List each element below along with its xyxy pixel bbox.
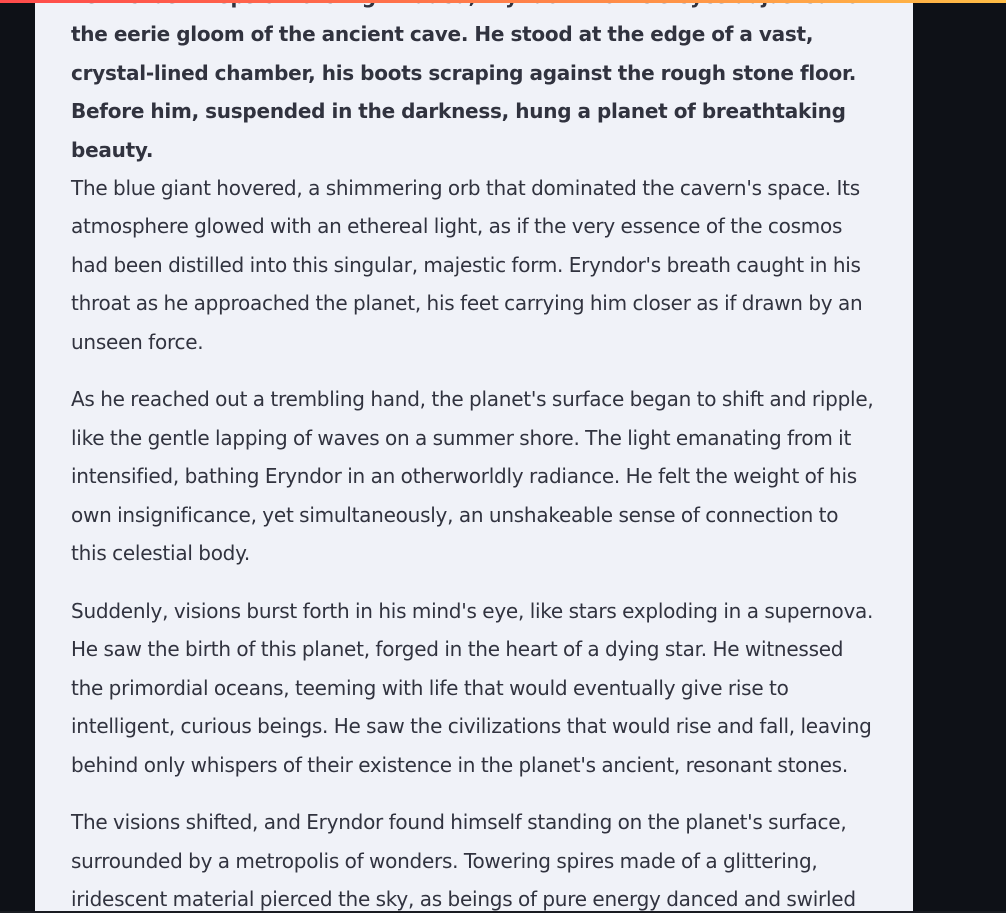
top-decoration-bar xyxy=(0,0,1006,3)
story-paragraph: The visions shifted, and Eryndor found h… xyxy=(71,810,856,912)
story-container[interactable]: As the last wisps of torchlight faded, E… xyxy=(35,0,913,913)
story-text: As the last wisps of torchlight faded, E… xyxy=(71,0,879,913)
story-paragraph: As he reached out a trembling hand, the … xyxy=(71,387,874,566)
story-paragraph-intro: As the last wisps of torchlight faded, E… xyxy=(71,0,860,162)
story-paragraph: Suddenly, visions burst forth in his min… xyxy=(71,598,874,777)
story-paragraph: The blue giant hovered, a shimmering orb… xyxy=(71,176,863,354)
